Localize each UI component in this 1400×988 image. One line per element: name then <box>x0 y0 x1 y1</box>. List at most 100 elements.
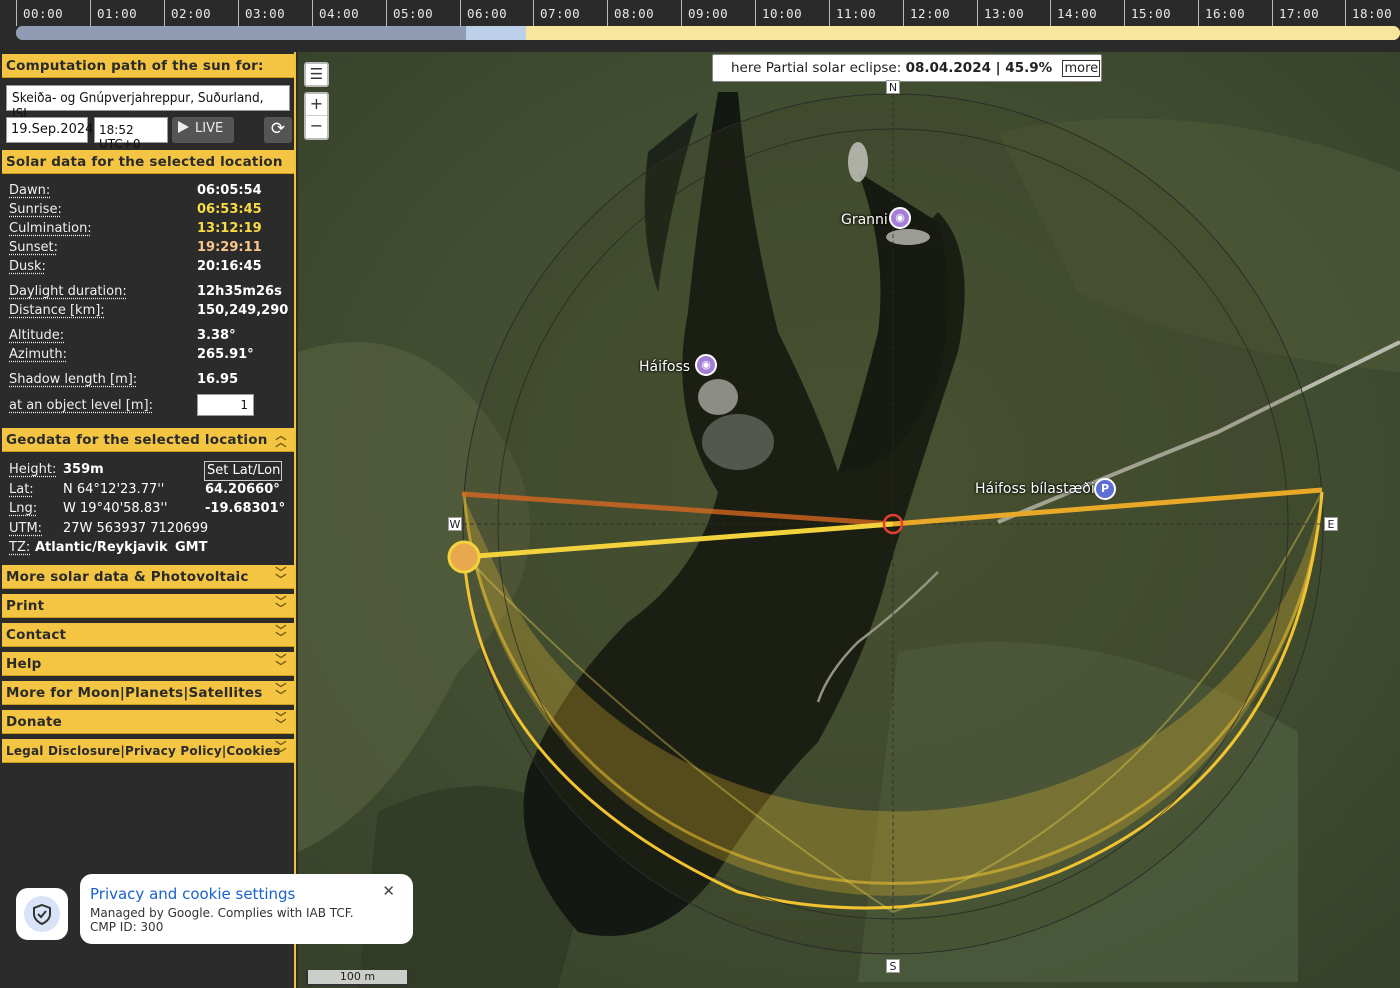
dusk-value: 20:16:45 <box>197 259 262 274</box>
height-label: Height: <box>9 462 56 480</box>
distance-value: 150,249,290 <box>197 303 289 318</box>
culmination-label[interactable]: Culmination: <box>9 221 92 236</box>
altitude-label[interactable]: Altitude: <box>9 328 64 343</box>
date-input[interactable]: 19.Sep.2024 <box>6 117 93 143</box>
sunrise-label[interactable]: Sunrise: <box>9 202 62 217</box>
cookie-description: Managed by Google. Complies with IAB TCF… <box>90 906 403 934</box>
dawn-row: Dawn: 06:05:54 <box>9 183 293 201</box>
sunset-value: 19:29:11 <box>197 240 262 255</box>
tz-abbr: GMT <box>175 540 208 555</box>
shadow-label[interactable]: Shadow length [m]: <box>9 372 137 387</box>
geodata-header[interactable]: Geodata for the selected location ︿ ︿ <box>2 428 294 452</box>
time-input[interactable]: 18:52 UTC+0 <box>94 117 168 151</box>
menu-help-label: Help <box>6 656 42 672</box>
menu-more-solar-label: More solar data & Photovoltaic <box>6 569 249 585</box>
menu-print[interactable]: Print ﹀ ﹀ <box>2 594 294 618</box>
altitude-row: Altitude: 3.38° <box>9 328 293 346</box>
cookie-title[interactable]: Privacy and cookie settings <box>90 885 403 903</box>
zoom-in-button[interactable]: + <box>306 94 327 116</box>
distance-label[interactable]: Distance [km]: <box>9 303 105 318</box>
collapse-up-icon[interactable]: ︿ ︿ <box>274 430 288 448</box>
menu-help[interactable]: Help ﹀ ﹀ <box>2 652 294 676</box>
refresh-icon: ⟳ <box>270 119 286 139</box>
close-icon[interactable]: ✕ <box>382 882 395 900</box>
object-level-input[interactable]: 1 <box>197 394 254 416</box>
timeline-hour: 18:00 <box>1345 0 1392 26</box>
timeline-hour: 10:00 <box>755 0 802 26</box>
live-label: LIVE <box>195 121 224 136</box>
live-button[interactable]: LIVE <box>172 117 234 143</box>
daylight-label[interactable]: Daylight duration: <box>9 284 127 299</box>
object-level-label[interactable]: at an object level [m]: <box>9 398 153 413</box>
timeline-hour: 16:00 <box>1198 0 1245 26</box>
expand-down-icon: ﹀ ﹀ <box>275 595 287 615</box>
lat-label-text[interactable]: Lat: <box>9 482 34 497</box>
expand-down-icon: ﹀ ﹀ <box>275 566 287 586</box>
height-value: 359m <box>63 462 104 477</box>
zoom-control: + − <box>304 92 329 140</box>
place-granni[interactable]: Granni <box>841 212 888 228</box>
menu-more-moon-label: More for Moon|Planets|Satellites <box>6 685 263 701</box>
dusk-label[interactable]: Dusk: <box>9 259 46 274</box>
timeline-slider[interactable] <box>16 26 1400 40</box>
distance-row: Distance [km]: 150,249,290 <box>9 303 293 321</box>
menu-contact[interactable]: Contact ﹀ ﹀ <box>2 623 294 647</box>
cookie-settings-button[interactable] <box>16 888 68 940</box>
timeline-hour: 00:00 <box>16 0 63 26</box>
computation-path-header: Computation path of the sun for: <box>2 54 294 78</box>
play-icon <box>178 121 189 133</box>
lng-label-text[interactable]: Lng: <box>9 501 37 516</box>
geodata-title: Geodata for the selected location <box>6 432 268 448</box>
camera-pin-icon[interactable]: ◉ <box>695 354 717 376</box>
parking-pin-icon[interactable]: P <box>1094 478 1116 500</box>
refresh-button[interactable]: ⟳ <box>264 117 292 143</box>
menu-more-moon[interactable]: More for Moon|Planets|Satellites ﹀ ﹀ <box>2 681 294 705</box>
expand-down-icon: ﹀ ﹀ <box>275 624 287 644</box>
eclipse-more-link[interactable]: more <box>1062 60 1101 77</box>
set-latlon-button[interactable]: Set Lat/Lon <box>204 461 282 481</box>
lat-decimal: 64.20660° <box>205 482 280 497</box>
menu-legal-label: Legal Disclosure|Privacy Policy|Cookies <box>6 744 281 758</box>
culmination-row: Culmination: 13:12:19 <box>9 221 293 239</box>
map-menu-button[interactable]: ☰ <box>304 62 329 87</box>
azimuth-label[interactable]: Azimuth: <box>9 347 67 362</box>
lng-label: Lng: <box>9 501 37 519</box>
daylight-value: 12h35m26s <box>197 284 282 299</box>
timeline-hour: 13:00 <box>977 0 1024 26</box>
timeline-hour: 02:00 <box>164 0 211 26</box>
zoom-out-button[interactable]: − <box>306 116 327 138</box>
map-view[interactable]: ☰ + − here Partial solar eclipse: 08.04.… <box>298 52 1400 988</box>
camera-pin-icon[interactable]: ◉ <box>889 207 911 229</box>
timeline-day-segment <box>526 26 1400 40</box>
cookie-line-1: Managed by Google. Complies with IAB TCF… <box>90 906 354 920</box>
culmination-value: 13:12:19 <box>197 221 262 236</box>
timeline-hour: 14:00 <box>1050 0 1097 26</box>
menu-more-solar[interactable]: More solar data & Photovoltaic ﹀ ﹀ <box>2 565 294 589</box>
timeline-hour: 01:00 <box>90 0 137 26</box>
tz-label-text[interactable]: TZ: <box>9 540 30 555</box>
timeline-hour: 07:00 <box>533 0 580 26</box>
timeline-hour: 12:00 <box>903 0 950 26</box>
satellite-map-canvas <box>298 52 1400 988</box>
timeline-hour: 05:00 <box>386 0 433 26</box>
height-label-text[interactable]: Height: <box>9 462 56 477</box>
azimuth-value: 265.91° <box>197 347 254 362</box>
compass-north: N <box>886 80 900 94</box>
lng-decimal: -19.68301° <box>205 501 286 516</box>
dawn-label[interactable]: Dawn: <box>9 183 50 198</box>
timeline-hour: 15:00 <box>1124 0 1171 26</box>
timeline-twilight-segment <box>466 26 526 40</box>
eclipse-prefix: here Partial solar eclipse: <box>731 60 902 76</box>
timeline-hour: 11:00 <box>829 0 876 26</box>
menu-legal[interactable]: Legal Disclosure|Privacy Policy|Cookies ﹀… <box>2 739 294 763</box>
menu-contact-label: Contact <box>6 627 67 643</box>
timeline[interactable]: 00:00 01:00 02:00 03:00 04:00 05:00 06:0… <box>0 0 1400 52</box>
timeline-hour: 08:00 <box>607 0 654 26</box>
tz-label: TZ: <box>9 540 30 558</box>
place-parking[interactable]: Háifoss bílastæði <box>975 481 1095 497</box>
location-input[interactable]: Skeiða- og Gnúpverjahreppur, Suðurland, … <box>6 85 290 122</box>
utm-label-text[interactable]: UTM: <box>9 521 42 536</box>
place-haifoss[interactable]: Háifoss <box>639 359 690 375</box>
sunset-label[interactable]: Sunset: <box>9 240 58 255</box>
menu-donate[interactable]: Donate ﹀ ﹀ <box>2 710 294 734</box>
